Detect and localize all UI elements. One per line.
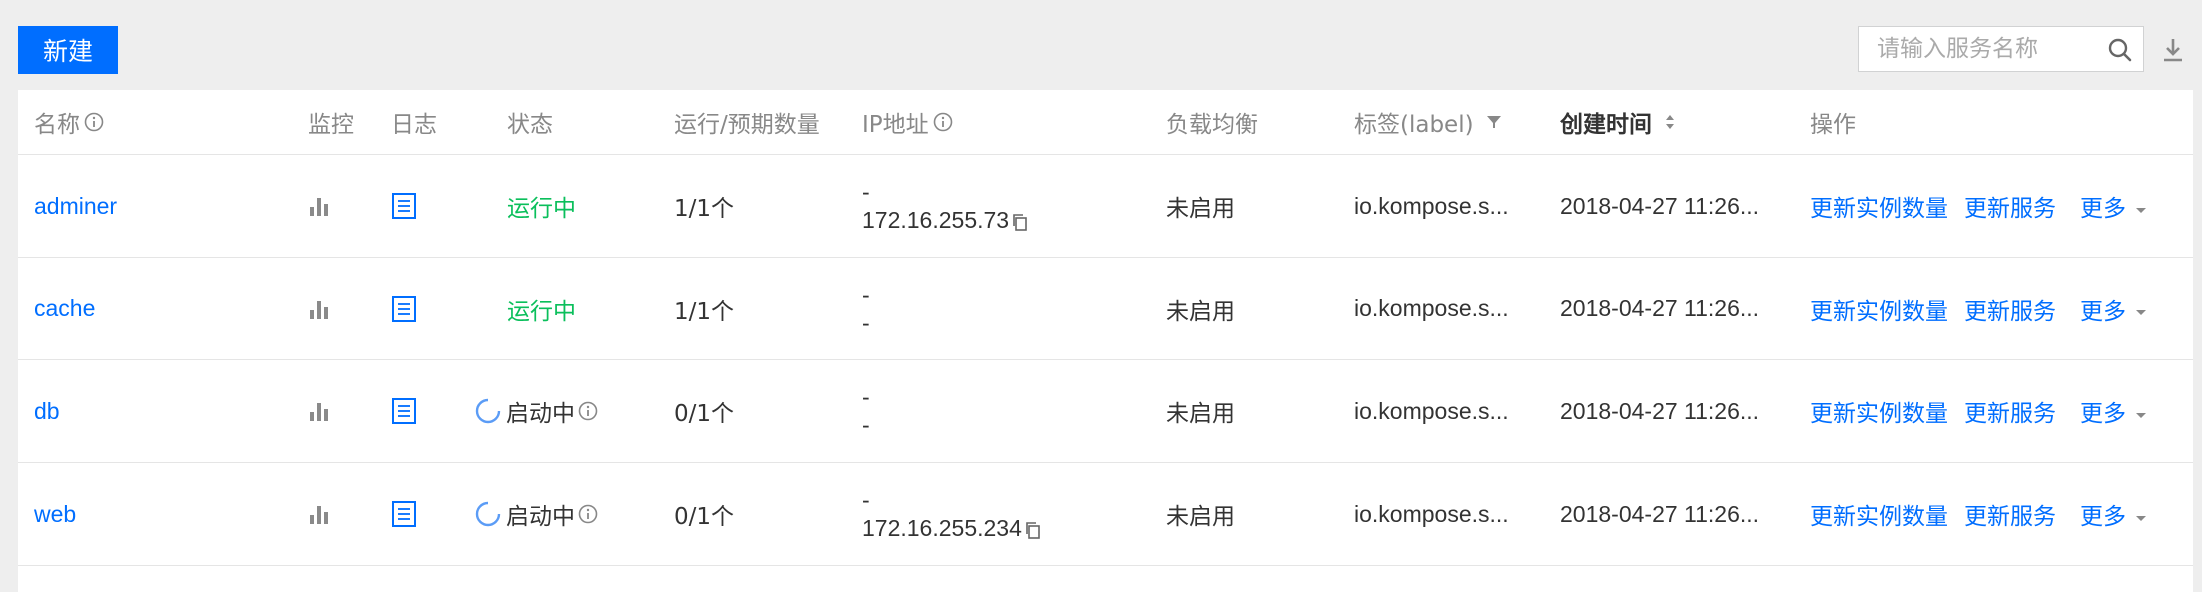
update-service-link[interactable]: 更新服务 [1964, 497, 2056, 531]
caret-down-icon [2136, 412, 2146, 418]
status-running: 运行中 [507, 196, 576, 222]
ip-line-1: - [862, 384, 870, 410]
update-instances-link[interactable]: 更新实例数量 [1810, 189, 1948, 223]
load-balance-value: 未启用 [1166, 401, 1235, 427]
service-name-link[interactable]: db [34, 398, 60, 425]
new-button[interactable]: 新建 [18, 26, 118, 74]
label-value: io.kompose.s... [1354, 295, 1509, 321]
bar-chart-icon[interactable] [308, 503, 332, 525]
header-ip: IP地址 [862, 90, 954, 154]
ip-line-1: - [862, 179, 870, 205]
update-instances-link[interactable]: 更新实例数量 [1810, 497, 1948, 531]
label-value: io.kompose.s... [1354, 397, 1509, 424]
info-icon[interactable] [577, 400, 599, 422]
created-time: 2018-04-27 11:26... [1560, 192, 1760, 219]
created-time: 2018-04-27 11:26... [1560, 295, 1760, 321]
bar-chart-icon[interactable] [308, 400, 332, 422]
header-ops: 操作 [1810, 112, 1856, 138]
ip-line-1: - [862, 281, 870, 308]
instance-count: 1/1个 [674, 196, 735, 222]
label-value: io.kompose.s... [1354, 192, 1509, 219]
table-row: web 启动中 0/1个 - 172.16.255.234 未启用 io.kom… [18, 463, 2193, 566]
update-instances-link[interactable]: 更新实例数量 [1810, 292, 1948, 326]
sort-icon[interactable] [1662, 111, 1678, 133]
services-table: 名称 监控 日志 状态 运行/预期数量 IP地址 负载均衡 标签(label) [18, 90, 2193, 592]
search-icon[interactable] [2107, 37, 2133, 63]
header-label: 标签(label) [1354, 90, 1504, 154]
status-running: 运行中 [507, 298, 576, 325]
info-icon[interactable] [83, 111, 105, 133]
load-balance-value: 未启用 [1166, 298, 1235, 325]
bar-chart-icon[interactable] [308, 298, 332, 320]
ip-line-2: 172.16.255.73 [862, 206, 1029, 234]
info-icon[interactable] [932, 111, 954, 133]
created-time: 2018-04-27 11:26... [1560, 397, 1760, 424]
document-icon[interactable] [391, 500, 417, 528]
load-balance-value: 未启用 [1166, 504, 1235, 530]
document-icon[interactable] [391, 295, 417, 323]
update-service-link[interactable]: 更新服务 [1964, 292, 2056, 326]
header-monitor: 监控 [308, 112, 354, 138]
status-starting: 启动中 [506, 401, 575, 427]
ip-line-1: - [862, 487, 870, 513]
spinner-icon [475, 398, 501, 424]
label-value: io.kompose.s... [1354, 500, 1509, 527]
copy-icon[interactable] [1011, 212, 1029, 232]
update-service-link[interactable]: 更新服务 [1964, 394, 2056, 428]
copy-icon[interactable] [1024, 520, 1042, 540]
table-header: 名称 监控 日志 状态 运行/预期数量 IP地址 负载均衡 标签(label) [18, 90, 2193, 155]
more-dropdown[interactable]: 更多 [2080, 394, 2150, 428]
service-name-link[interactable]: cache [34, 295, 95, 322]
update-service-link[interactable]: 更新服务 [1964, 189, 2056, 223]
bar-chart-icon[interactable] [308, 195, 332, 217]
update-instances-link[interactable]: 更新实例数量 [1810, 394, 1948, 428]
search-box [1858, 26, 2144, 72]
header-count: 运行/预期数量 [674, 112, 820, 138]
info-icon[interactable] [577, 503, 599, 525]
caret-down-icon [2136, 310, 2146, 315]
ip-line-2: 172.16.255.234 [862, 514, 1042, 542]
more-dropdown[interactable]: 更多 [2080, 497, 2150, 531]
download-icon[interactable] [2160, 36, 2186, 64]
search-input[interactable] [1859, 27, 2107, 71]
table-row: db 启动中 0/1个 - - 未启用 io.kompose.s... 2018… [18, 360, 2193, 463]
more-dropdown[interactable]: 更多 [2080, 292, 2150, 326]
header-created[interactable]: 创建时间 [1560, 90, 1678, 154]
created-time: 2018-04-27 11:26... [1560, 500, 1760, 527]
more-dropdown[interactable]: 更多 [2080, 189, 2150, 223]
header-status: 状态 [507, 112, 553, 138]
instance-count: 0/1个 [674, 401, 735, 427]
document-icon[interactable] [391, 397, 417, 425]
document-icon[interactable] [391, 192, 417, 220]
service-name-link[interactable]: web [34, 501, 76, 528]
load-balance-value: 未启用 [1166, 196, 1235, 222]
header-log: 日志 [391, 112, 437, 138]
instance-count: 0/1个 [674, 504, 735, 530]
spinner-icon [475, 501, 501, 527]
ip-line-2: - [862, 412, 870, 438]
instance-count: 1/1个 [674, 298, 735, 325]
filter-icon[interactable] [1484, 112, 1504, 132]
table-row: adminer 运行中 1/1个 - 172.16.255.73 未启用 io.… [18, 155, 2193, 258]
status-starting: 启动中 [506, 504, 575, 530]
table-row: cache 运行中 1/1个 - - 未启用 io.kompose.s... 2… [18, 258, 2193, 360]
service-name-link[interactable]: adminer [34, 193, 117, 220]
header-name: 名称 [34, 90, 105, 154]
header-load-balance: 负载均衡 [1166, 112, 1258, 138]
caret-down-icon [2136, 515, 2146, 521]
ip-line-2: - [862, 309, 870, 336]
caret-down-icon [2136, 207, 2146, 213]
